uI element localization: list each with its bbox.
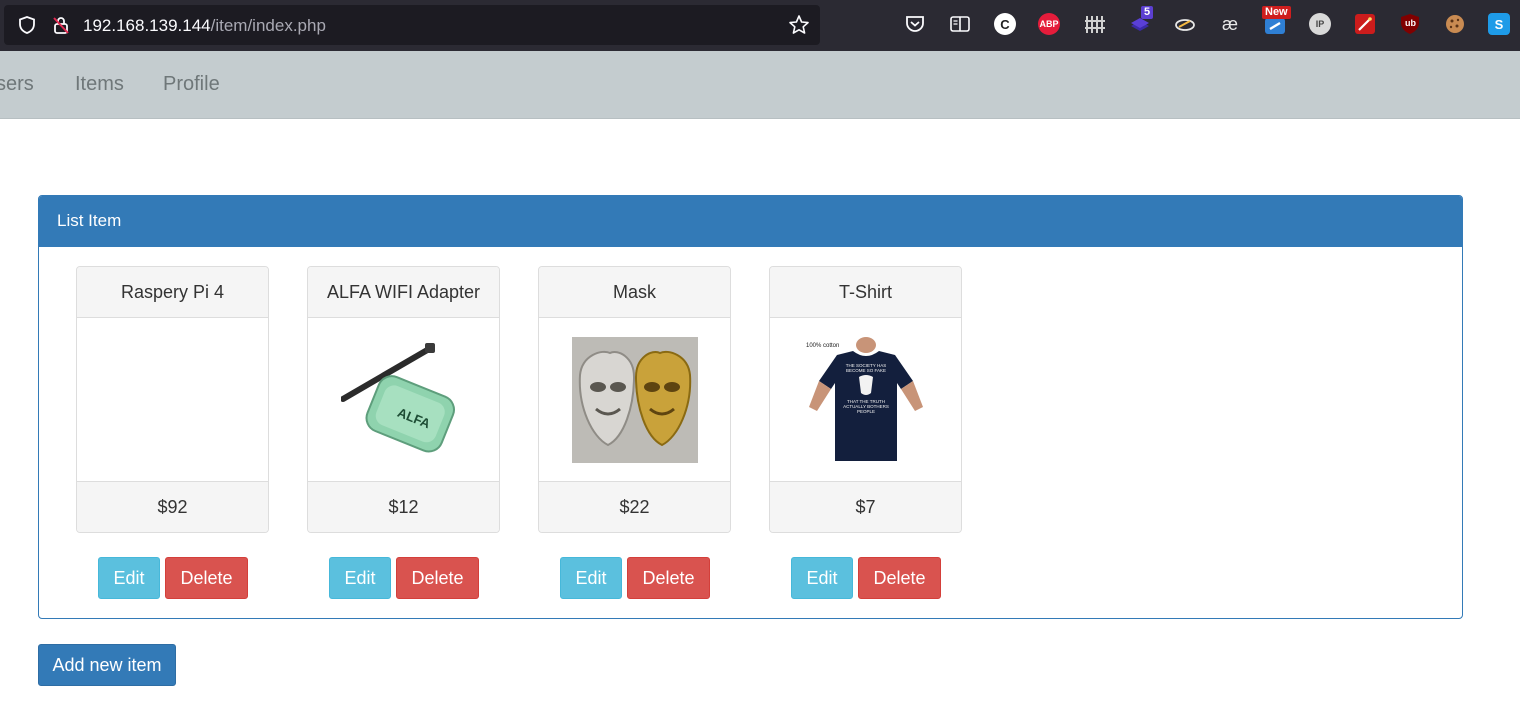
tshirt-image: 100% cotton THE SOCIETY HAS BECOME SO FA…: [803, 337, 929, 463]
top-navbar: sers Items Profile: [0, 51, 1520, 119]
url-path: /item/index.php: [210, 16, 326, 35]
pocket-icon[interactable]: [904, 13, 926, 35]
stack-extension-badge: 5: [1141, 6, 1154, 19]
address-bar[interactable]: 192.168.139.144/item/index.php: [4, 5, 820, 45]
browser-toolbar: 192.168.139.144/item/index.php C ABP 5 æ…: [0, 0, 1520, 51]
item-image-area: ALFA: [308, 318, 499, 482]
stack-extension-icon[interactable]: 5: [1129, 6, 1154, 35]
cookie-extension-icon[interactable]: [1444, 13, 1466, 35]
tshirt-print-line5: PEOPLE: [857, 409, 875, 414]
ip-extension-icon[interactable]: IP: [1309, 13, 1331, 35]
ip-label: IP: [1315, 19, 1325, 29]
url-text[interactable]: 192.168.139.144/item/index.php: [83, 16, 326, 36]
delete-button[interactable]: Delete: [165, 557, 248, 599]
item-card: Raspery Pi 4 $92: [76, 266, 269, 533]
c-extension-icon[interactable]: C: [994, 13, 1016, 35]
tshirt-print-line2: BECOME SO FAKE: [846, 368, 886, 373]
reader-view-icon[interactable]: [949, 13, 971, 35]
nav-link-profile[interactable]: Profile: [163, 73, 220, 96]
item-price: $92: [77, 481, 268, 532]
delete-button[interactable]: Delete: [627, 557, 710, 599]
item-name: T-Shirt: [770, 267, 961, 318]
item-name: ALFA WIFI Adapter: [308, 267, 499, 318]
item-price: $12: [308, 481, 499, 532]
wifi-adapter-image: ALFA: [341, 343, 455, 453]
s-blue-extension-icon[interactable]: S: [1488, 13, 1510, 35]
list-item-panel: List Item Raspery Pi 4 $92 Edit Delete A…: [38, 195, 1463, 619]
c-extension-label: C: [1000, 16, 1010, 32]
tracking-shield-icon[interactable]: [18, 16, 36, 34]
item-image-area: [539, 318, 730, 482]
adblock-plus-icon[interactable]: ABP: [1038, 13, 1060, 35]
edit-button[interactable]: Edit: [560, 557, 622, 599]
s-blue-label: S: [1494, 16, 1504, 32]
edit-button[interactable]: Edit: [329, 557, 391, 599]
aim-extension-icon[interactable]: [1174, 13, 1196, 35]
s-new-extension-icon[interactable]: New: [1262, 6, 1291, 35]
insecure-lock-icon[interactable]: [51, 15, 71, 35]
url-host: 192.168.139.144: [83, 16, 211, 35]
ae-extension-icon[interactable]: æ: [1219, 13, 1241, 35]
item-price: $22: [539, 481, 730, 532]
item-name: Raspery Pi 4: [77, 267, 268, 318]
nav-link-items[interactable]: Items: [75, 73, 124, 96]
fence-icon[interactable]: [1084, 13, 1106, 35]
abp-label: ABP: [1039, 19, 1059, 29]
edit-button[interactable]: Edit: [98, 557, 160, 599]
ublock-label: ub: [1405, 18, 1416, 28]
panel-title: List Item: [39, 196, 1462, 247]
delete-button[interactable]: Delete: [396, 557, 479, 599]
item-price: $7: [770, 481, 961, 532]
s-new-extension-badge: New: [1262, 6, 1291, 19]
add-new-item-button[interactable]: Add new item: [38, 644, 176, 686]
edit-button[interactable]: Edit: [791, 557, 853, 599]
delete-button[interactable]: Delete: [858, 557, 941, 599]
item-image-area: [77, 318, 268, 482]
item-card: Mask $22: [538, 266, 731, 533]
wand-extension-icon[interactable]: [1354, 13, 1376, 35]
nav-link-users[interactable]: sers: [0, 73, 34, 96]
item-image-area: 100% cotton THE SOCIETY HAS BECOME SO FA…: [770, 318, 961, 482]
ublock-origin-icon[interactable]: ub: [1399, 13, 1421, 35]
bookmark-star-icon[interactable]: [788, 14, 810, 36]
item-card: ALFA WIFI Adapter ALFA $12: [307, 266, 500, 533]
ae-label: æ: [1221, 13, 1238, 34]
item-card: T-Shirt 100% cotton THE SOCIETY HAS BECO…: [769, 266, 962, 533]
tshirt-tag-text: 100% cotton: [806, 343, 839, 349]
item-name: Mask: [539, 267, 730, 318]
mask-image: [572, 337, 698, 463]
